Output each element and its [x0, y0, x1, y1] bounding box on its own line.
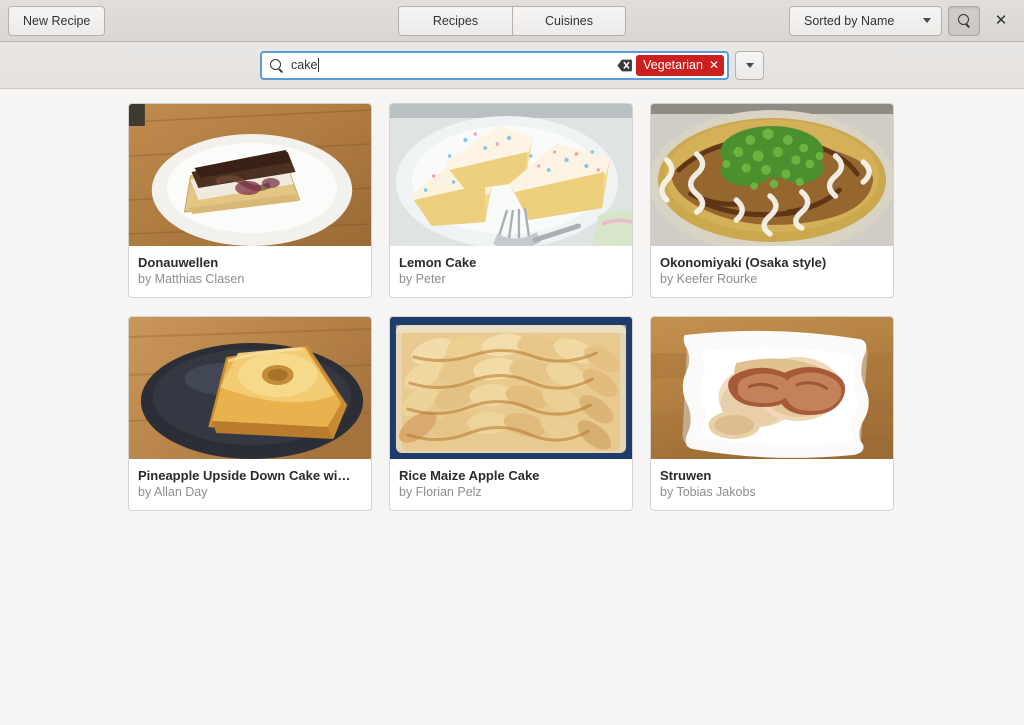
recipe-author: by Tobias Jakobs	[660, 485, 884, 499]
recipe-card[interactable]: Rice Maize Apple Cake by Florian Pelz	[389, 316, 633, 511]
recipe-card[interactable]: Pineapple Upside Down Cake wi… by Allan …	[128, 316, 372, 511]
tab-recipes-label: Recipes	[433, 14, 478, 28]
search-bar: cake Vegetarian ✕	[0, 42, 1024, 89]
apple-slices-baked-in-tray	[390, 317, 632, 459]
window-close-button[interactable]: ✕	[986, 6, 1016, 36]
sort-dropdown-button[interactable]: Sorted by Name	[789, 6, 942, 36]
search-controls: cake Vegetarian ✕	[260, 51, 764, 80]
frosted-lemon-cake-squares-with-fork	[390, 104, 632, 246]
recipe-card-body: Okonomiyaki (Osaka style) by Keefer Rour…	[651, 246, 893, 297]
recipe-card-body: Rice Maize Apple Cake by Florian Pelz	[390, 459, 632, 510]
search-filter-dropdown-button[interactable]	[735, 51, 764, 80]
clear-backspace-icon[interactable]	[617, 59, 632, 72]
chevron-down-icon	[746, 63, 754, 68]
chocolate-topped-cake-slice-on-white-plate	[129, 104, 371, 246]
recipe-title: Donauwellen	[138, 255, 362, 270]
new-recipe-label: New Recipe	[23, 14, 90, 28]
struwen-pastries-on-white-square-plate	[651, 317, 893, 459]
filter-tag-vegetarian[interactable]: Vegetarian ✕	[636, 55, 724, 76]
search-toggle-button[interactable]	[948, 6, 980, 36]
tab-cuisines[interactable]: Cuisines	[512, 6, 626, 36]
tab-cuisines-label: Cuisines	[545, 14, 593, 28]
recipe-title: Pineapple Upside Down Cake wi…	[138, 468, 362, 483]
filter-tag-label: Vegetarian	[643, 58, 703, 72]
recipe-card-body: Struwen by Tobias Jakobs	[651, 459, 893, 510]
search-input-text: cake	[291, 58, 617, 72]
chevron-down-icon	[923, 18, 931, 23]
text-cursor	[318, 58, 319, 72]
search-icon	[958, 14, 971, 27]
close-icon: ✕	[995, 13, 1008, 28]
header-bar: New Recipe Recipes Cuisines Sorted by Na…	[0, 0, 1024, 42]
recipe-card[interactable]: Donauwellen by Matthias Clasen	[128, 103, 372, 298]
recipe-title: Okonomiyaki (Osaka style)	[660, 255, 884, 270]
pineapple-upside-down-cake-on-dark-plate	[129, 317, 371, 459]
recipe-author: by Matthias Clasen	[138, 272, 362, 286]
okonomiyaki-with-scallions-and-mayo	[651, 104, 893, 246]
close-icon[interactable]: ✕	[709, 58, 719, 72]
recipe-card-body: Donauwellen by Matthias Clasen	[129, 246, 371, 297]
recipe-card-body: Pineapple Upside Down Cake wi… by Allan …	[129, 459, 371, 510]
recipe-author: by Keefer Rourke	[660, 272, 884, 286]
recipe-card[interactable]: Struwen by Tobias Jakobs	[650, 316, 894, 511]
view-tabs: Recipes Cuisines	[398, 6, 626, 36]
header-right-group: Sorted by Name ✕	[789, 6, 1016, 36]
recipe-card-body: Lemon Cake by Peter	[390, 246, 632, 297]
search-input[interactable]: cake Vegetarian ✕	[260, 51, 729, 80]
sort-dropdown-label: Sorted by Name	[804, 14, 894, 28]
recipe-author: by Florian Pelz	[399, 485, 623, 499]
tab-recipes[interactable]: Recipes	[398, 6, 512, 36]
recipe-author: by Allan Day	[138, 485, 362, 499]
recipe-title: Rice Maize Apple Cake	[399, 468, 623, 483]
recipe-content-area: Donauwellen by Matthias Clasen	[0, 89, 1024, 725]
recipe-card[interactable]: Lemon Cake by Peter	[389, 103, 633, 298]
recipe-author: by Peter	[399, 272, 623, 286]
new-recipe-button[interactable]: New Recipe	[8, 6, 105, 36]
recipe-title: Lemon Cake	[399, 255, 623, 270]
recipe-card[interactable]: Okonomiyaki (Osaka style) by Keefer Rour…	[650, 103, 894, 298]
recipe-title: Struwen	[660, 468, 884, 483]
recipe-grid: Donauwellen by Matthias Clasen	[128, 103, 896, 511]
search-icon	[270, 59, 283, 72]
